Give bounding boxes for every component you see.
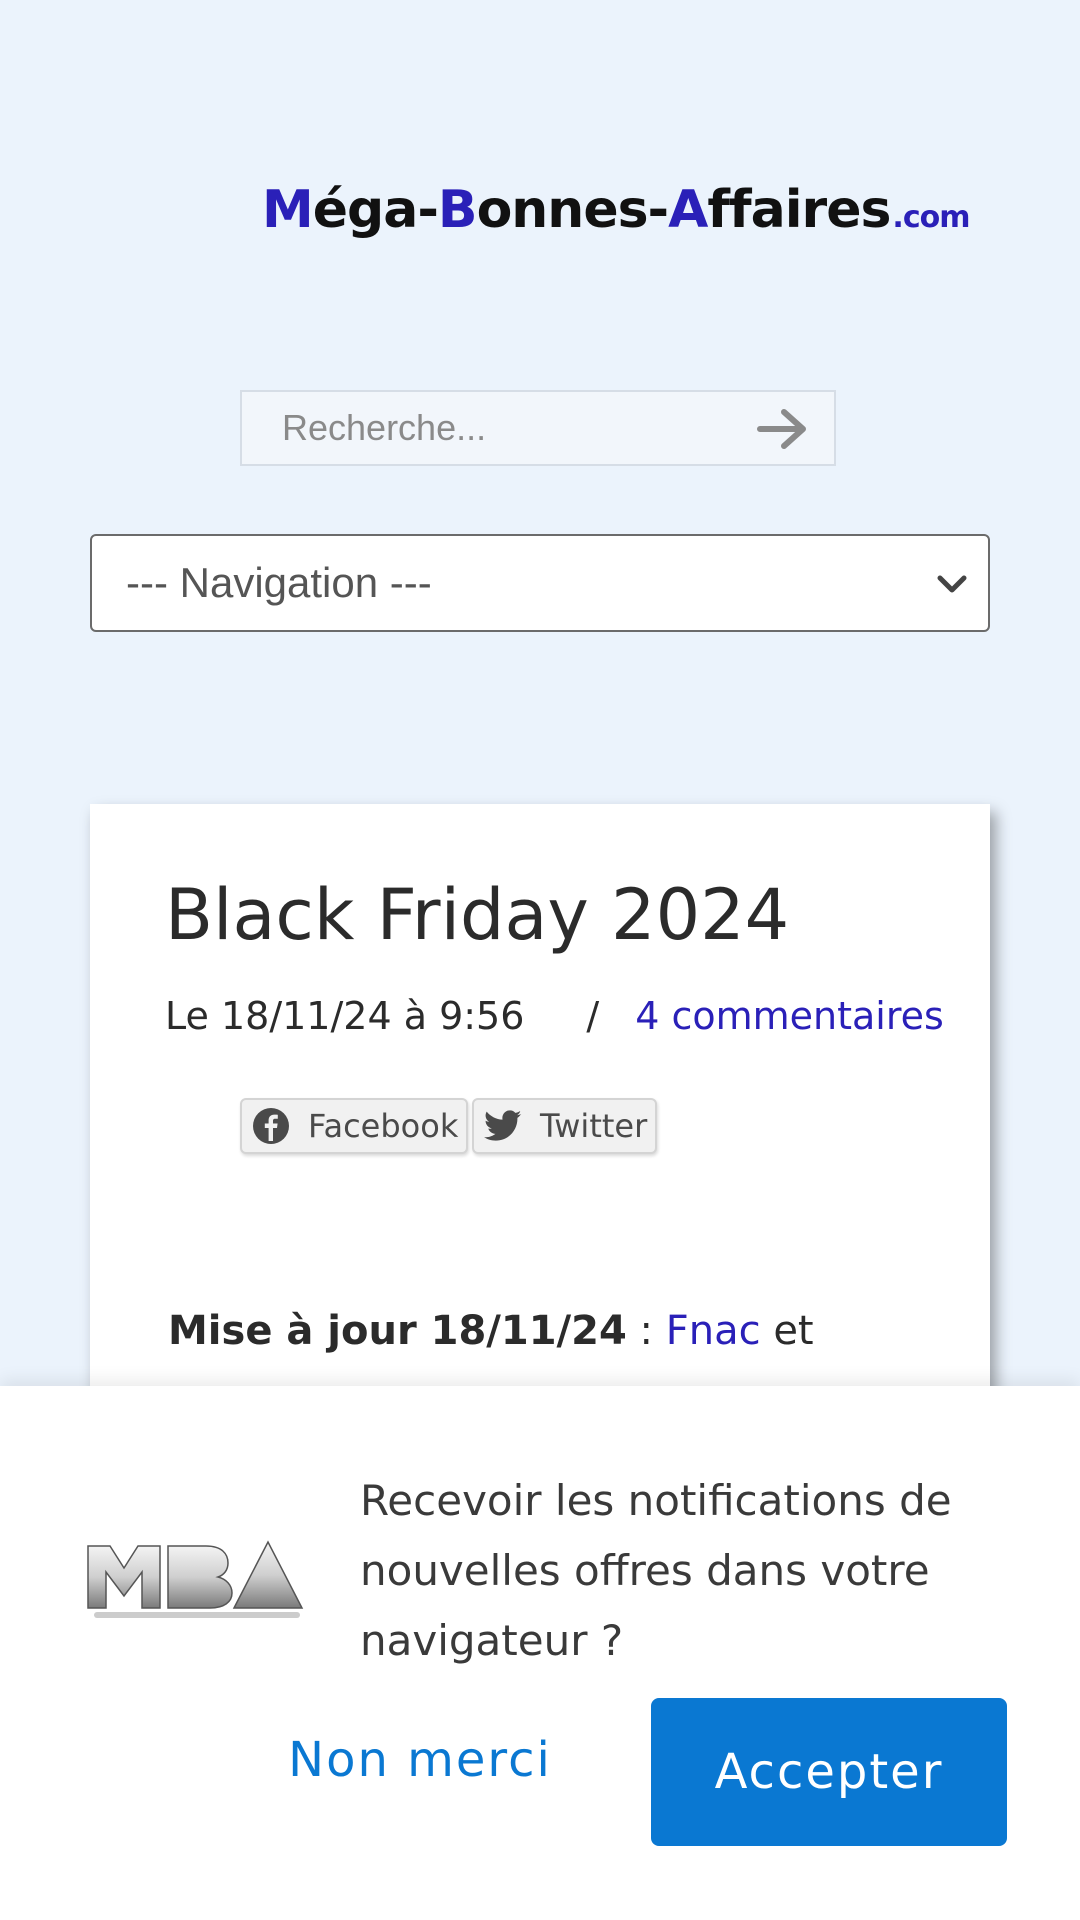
article-title: Black Friday 2024: [165, 874, 790, 956]
notification-message: Recevoir les notifications de nouvelles …: [360, 1476, 952, 1665]
meta-separator: /: [586, 994, 600, 1038]
decline-button[interactable]: Non merci: [270, 1698, 570, 1822]
logo-letter-m: M: [262, 180, 314, 240]
logo-text-ega: éga-: [312, 180, 439, 240]
fnac-link[interactable]: Fnac: [666, 1308, 761, 1354]
search-input[interactable]: [242, 406, 724, 450]
arrow-right-icon[interactable]: [756, 406, 812, 452]
article-card: Black Friday 2024 Le 18/11/24 à 9:56 / 4 c…: [90, 804, 990, 1404]
article-update-line: Mise à jour 18/11/24 : Fnac et: [168, 1308, 814, 1354]
facebook-share-button[interactable]: Facebook: [240, 1098, 469, 1154]
update-label: Mise à jour 18/11/24: [168, 1308, 627, 1354]
article-date: Le 18/11/24 à 9:56: [165, 994, 525, 1038]
logo-text-ffaires: ffaires: [707, 180, 891, 240]
search-box: [240, 390, 836, 466]
notification-prompt: Recevoir les notifications de nouvelles …: [0, 1386, 1080, 1920]
facebook-share-label: Facebook: [308, 1107, 459, 1145]
logo-tld: .com: [892, 200, 970, 235]
twitter-share-button[interactable]: Twitter: [472, 1098, 658, 1154]
facebook-icon: [253, 1108, 289, 1144]
twitter-icon: [484, 1110, 522, 1141]
chevron-down-icon: [934, 566, 970, 602]
twitter-share-label: Twitter: [540, 1107, 648, 1145]
navigation-select[interactable]: --- Navigation ---: [90, 534, 990, 632]
logo-text-onnes: onnes-: [476, 180, 670, 240]
site-logo[interactable]: Méga-Bonnes-Affaires.com: [262, 180, 970, 240]
page: Méga-Bonnes-Affaires.com --- Navigation …: [0, 0, 1080, 1920]
navigation-select-value: --- Navigation ---: [126, 559, 432, 606]
accept-button[interactable]: Accepter: [651, 1698, 1007, 1846]
mba-logo: [87, 1540, 304, 1618]
logo-letter-b: B: [437, 180, 478, 240]
article-meta: Le 18/11/24 à 9:56 / 4 commentaires: [165, 994, 944, 1038]
update-colon: :: [626, 1308, 666, 1354]
logo-letter-a: A: [668, 180, 708, 240]
update-tail: et: [760, 1308, 814, 1354]
comments-link[interactable]: 4 commentaires: [635, 994, 944, 1038]
